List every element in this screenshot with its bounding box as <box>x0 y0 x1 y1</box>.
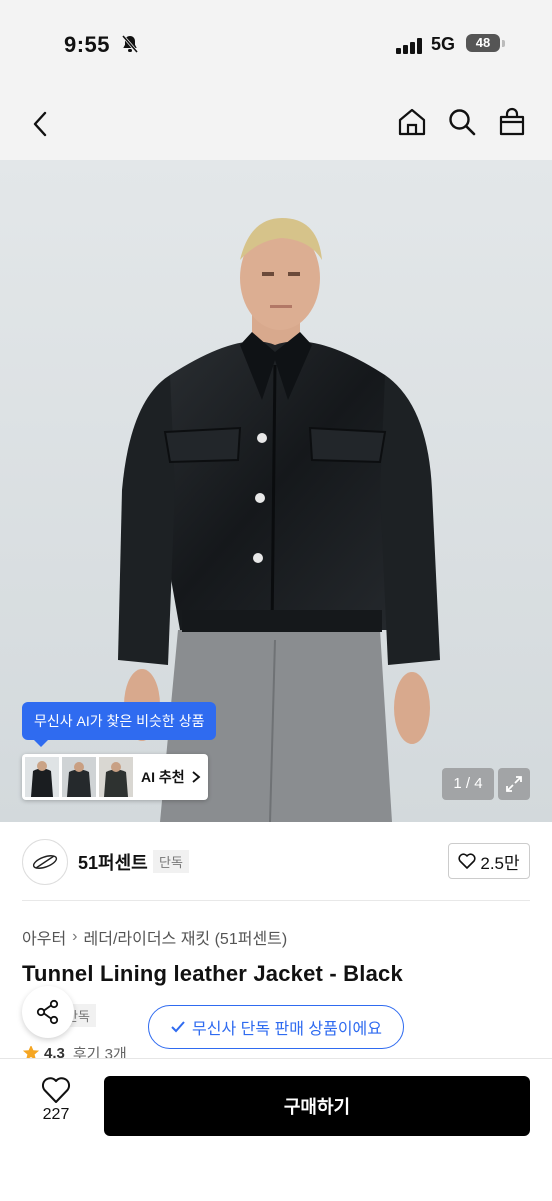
share-icon <box>36 999 59 1025</box>
brand-name[interactable]: 51퍼센트 <box>78 849 148 875</box>
battery-nub <box>502 40 505 47</box>
chevron-right-icon <box>192 771 201 783</box>
image-pager: 1 / 4 <box>442 768 494 800</box>
ai-similar-tooltip[interactable]: 무신사 AI가 찾은 비슷한 상품 <box>22 702 217 747</box>
check-icon <box>171 1021 185 1033</box>
top-nav <box>0 92 552 160</box>
network-type: 5G <box>431 34 456 54</box>
category-parent[interactable]: 아우터 <box>22 925 66 949</box>
status-bar: 9:55 5G 48 <box>0 0 552 92</box>
breadcrumb: 아우터 › 레더/라이더스 재킷 (51퍼센트) <box>22 925 287 949</box>
product-image[interactable]: 무신사 AI가 찾은 비슷한 상품 AI 추천 1 / 4 <box>0 160 552 822</box>
brand-like-button[interactable]: 2.5만 <box>448 843 530 879</box>
chevron-right-icon: › <box>72 928 78 945</box>
category-child[interactable]: 레더/라이더스 재킷 (51퍼센트) <box>84 925 288 949</box>
exclusive-notice-pill: 무신사 단독 판매 상품이에요 <box>148 1005 404 1049</box>
buy-button[interactable]: 구매하기 <box>104 1076 530 1136</box>
ai-thumb-3 <box>99 757 133 797</box>
ai-recommend-card[interactable]: AI 추천 <box>22 754 208 800</box>
home-icon[interactable] <box>392 102 432 142</box>
brand-logo[interactable] <box>22 839 68 885</box>
product-like-count: 227 <box>42 1106 70 1123</box>
heart-icon <box>41 1077 71 1103</box>
ai-thumb-2 <box>62 757 96 797</box>
product-title: Tunnel Lining leather Jacket - Black <box>22 961 403 986</box>
shopping-bag-icon[interactable] <box>492 102 532 142</box>
exclusive-notice-text: 무신사 단독 판매 상품이에요 <box>192 1021 382 1038</box>
ai-thumb-1 <box>25 757 59 797</box>
ai-recommend-label: AI 추천 <box>141 769 185 785</box>
back-icon[interactable] <box>24 104 56 144</box>
brand-like-count: 2.5만 <box>480 853 520 873</box>
bell-muted-icon <box>120 34 140 59</box>
brand-exclusive-badge: 단독 <box>153 850 189 873</box>
search-icon[interactable] <box>442 102 482 142</box>
product-like-button[interactable]: 227 <box>30 1076 82 1134</box>
battery-icon: 48 <box>466 34 500 52</box>
signal-icon <box>396 38 424 59</box>
divider <box>22 900 530 901</box>
share-button[interactable] <box>22 986 74 1038</box>
status-time: 9:55 <box>64 32 111 57</box>
heart-icon <box>458 853 476 869</box>
expand-icon[interactable] <box>498 768 530 800</box>
